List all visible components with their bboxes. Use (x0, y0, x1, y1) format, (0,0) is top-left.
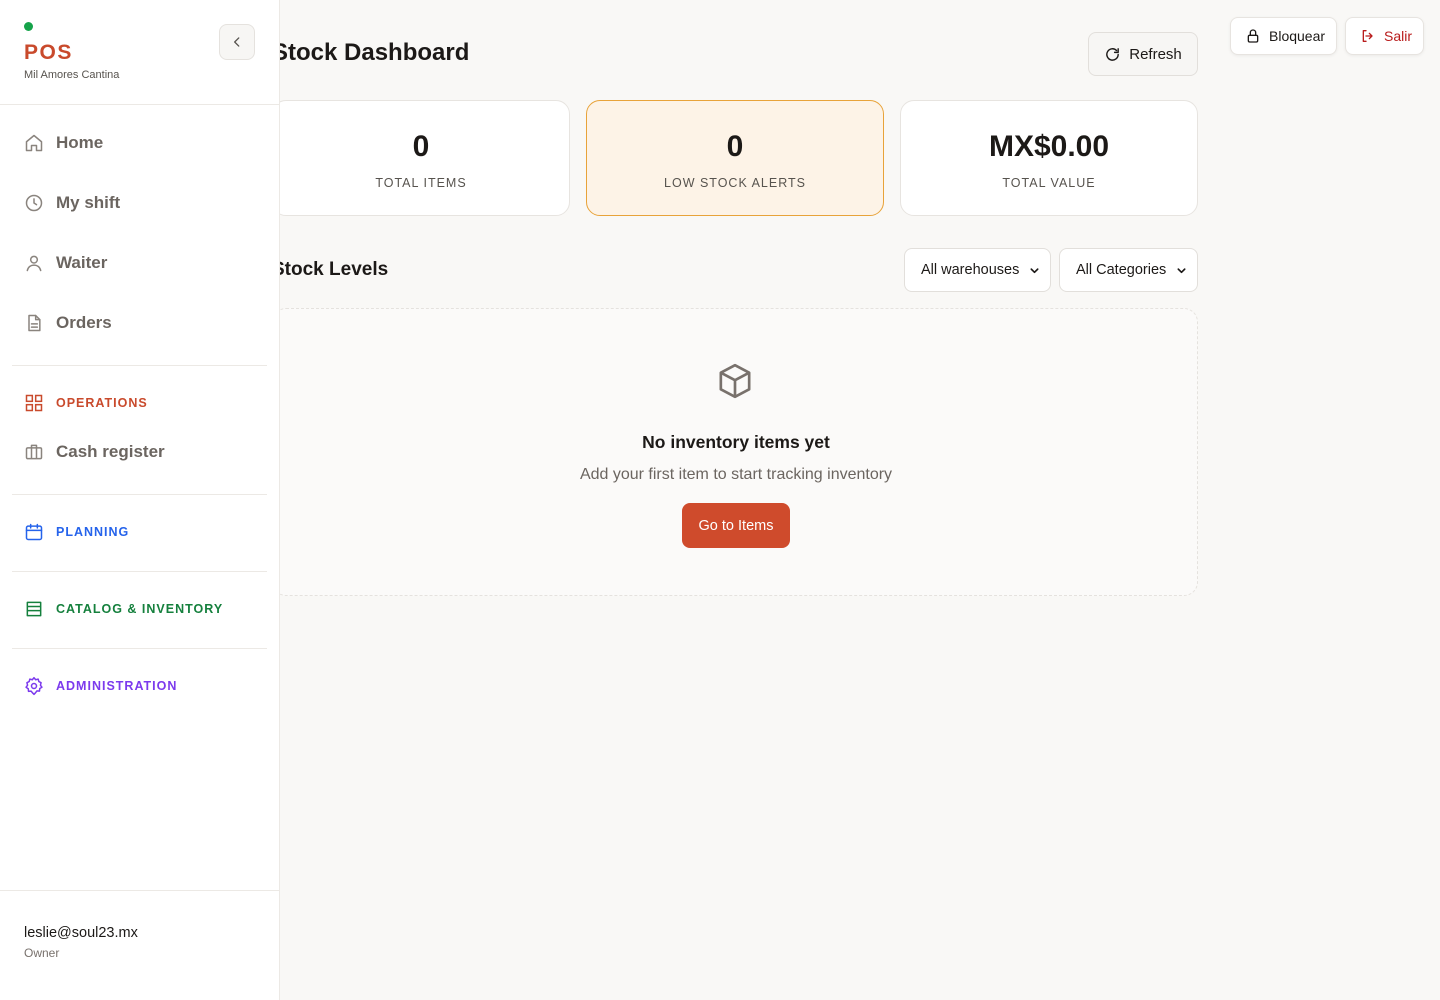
empty-state-subtitle: Add your first item to start tracking in… (579, 466, 893, 483)
chevron-left-icon (230, 35, 244, 49)
brand-title: POS (24, 41, 73, 64)
lock-button-label: Bloquear (1269, 28, 1326, 44)
empty-state-title: No inventory items yet (642, 432, 830, 452)
stat-card-total-value: MX$0.00 TOTAL VALUE (900, 100, 1198, 216)
box-icon (715, 361, 755, 401)
sidebar-item-waiter[interactable]: Waiter (24, 251, 107, 275)
divider (0, 890, 280, 891)
refresh-icon (1104, 46, 1121, 63)
sidebar-section-planning[interactable]: PLANNING (24, 520, 129, 544)
sidebar-item-orders[interactable]: Orders (24, 311, 112, 335)
catalog-icon (24, 599, 44, 619)
gear-icon (24, 676, 44, 696)
collapse-sidebar-button[interactable] (219, 24, 255, 60)
category-filter-select[interactable]: All Categories (1059, 248, 1198, 292)
stock-levels-empty-state: No inventory items yet Add your first it… (272, 308, 1198, 596)
document-icon (24, 313, 44, 333)
warehouse-filter-select[interactable]: All warehouses (904, 248, 1051, 292)
stat-card-low-stock-alerts: 0 LOW STOCK ALERTS (586, 100, 884, 216)
stock-levels-title: Stock Levels (272, 259, 389, 280)
grid-icon (24, 393, 44, 413)
page-title: Stock Dashboard (272, 39, 470, 66)
brand-subtitle: Mil Amores Cantina (24, 69, 120, 81)
sidebar-section-operations[interactable]: OPERATIONS (24, 391, 148, 415)
lock-icon (1245, 28, 1261, 44)
sidebar-section-catalog-inventory[interactable]: CATALOG & INVENTORY (24, 597, 223, 621)
refresh-button-label: Refresh (1129, 45, 1182, 63)
stat-value: 0 (412, 130, 430, 163)
user-profile[interactable]: leslie@soul23.mx Owner (24, 925, 138, 960)
stat-label: LOW STOCK ALERTS (664, 176, 806, 190)
sidebar-item-label: Cash register (56, 442, 165, 461)
calendar-icon (24, 522, 44, 542)
user-email: leslie@soul23.mx (24, 925, 138, 941)
briefcase-icon (24, 442, 44, 462)
divider (12, 648, 267, 649)
sidebar-section-label: ADMINISTRATION (56, 679, 178, 693)
sidebar: POS Mil Amores Cantina Home My shift Wai… (0, 0, 280, 1000)
category-filter-value: All Categories (1076, 262, 1167, 278)
stat-value: MX$0.00 (988, 130, 1110, 163)
go-to-items-button[interactable]: Go to Items (682, 503, 790, 548)
sidebar-section-administration[interactable]: ADMINISTRATION (24, 674, 177, 698)
stat-label: TOTAL VALUE (1002, 176, 1096, 190)
clock-icon (24, 193, 44, 213)
divider (0, 104, 280, 105)
sidebar-item-label: Orders (56, 313, 112, 332)
home-icon (24, 133, 44, 153)
sidebar-item-label: My shift (56, 193, 121, 212)
stat-card-total-items: 0 TOTAL ITEMS (272, 100, 570, 216)
logout-button[interactable]: Salir (1345, 17, 1424, 55)
divider (12, 494, 267, 495)
chevron-down-icon (1029, 265, 1040, 276)
logout-icon (1360, 28, 1376, 44)
divider (12, 365, 267, 366)
stat-label: TOTAL ITEMS (375, 176, 467, 190)
warehouse-filter-value: All warehouses (921, 262, 1020, 278)
sidebar-item-my-shift[interactable]: My shift (24, 191, 120, 215)
sidebar-item-home[interactable]: Home (24, 131, 103, 155)
user-icon (24, 253, 44, 273)
sidebar-section-label: OPERATIONS (56, 396, 148, 410)
stat-value: 0 (726, 130, 744, 163)
user-role: Owner (24, 946, 60, 960)
online-status-dot (24, 22, 33, 31)
divider (12, 571, 267, 572)
lock-button[interactable]: Bloquear (1230, 17, 1337, 55)
sidebar-section-label: CATALOG & INVENTORY (56, 602, 224, 616)
sidebar-item-label: Waiter (56, 253, 108, 272)
sidebar-item-label: Home (56, 133, 104, 152)
chevron-down-icon (1176, 265, 1187, 276)
logout-button-label: Salir (1384, 28, 1413, 44)
refresh-button[interactable]: Refresh (1088, 32, 1198, 76)
sidebar-item-cash-register[interactable]: Cash register (24, 440, 165, 464)
sidebar-section-label: PLANNING (56, 525, 130, 539)
